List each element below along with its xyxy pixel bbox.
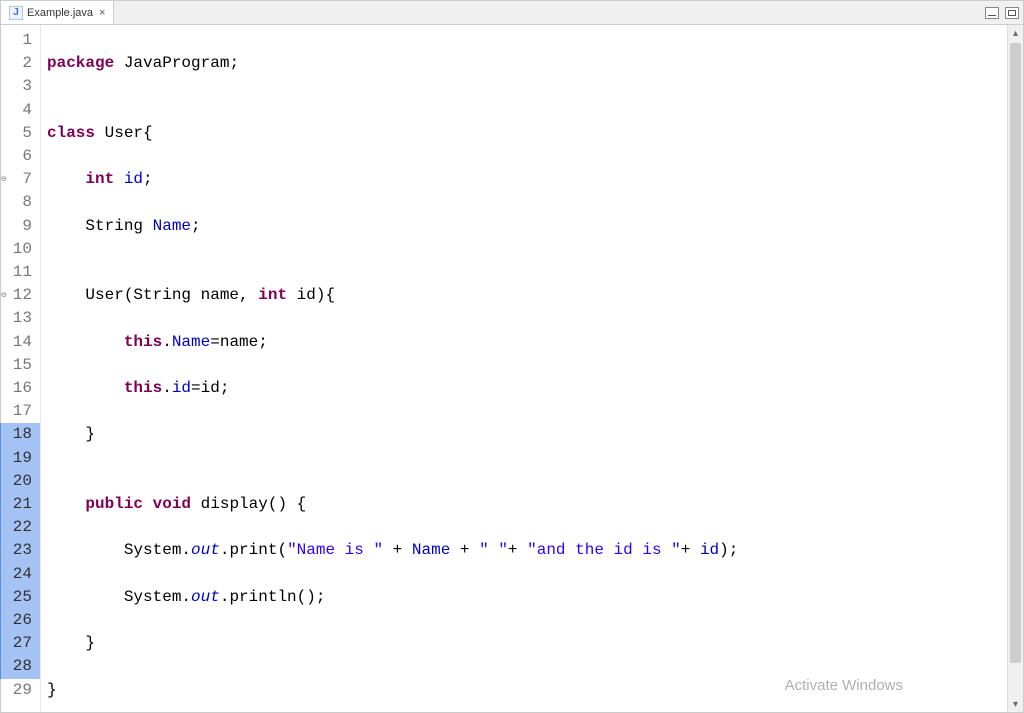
line-number[interactable]: 3	[1, 75, 40, 98]
line-number[interactable]: 23	[0, 539, 40, 562]
line-number[interactable]: 1	[1, 29, 40, 52]
line-number[interactable]: 9	[1, 215, 40, 238]
line-number[interactable]: 19	[0, 447, 40, 470]
tab-filename: Example.java	[27, 7, 93, 19]
line-number[interactable]: ⊖7	[1, 168, 40, 191]
line-number[interactable]: 20	[0, 470, 40, 493]
fold-icon[interactable]: ⊖	[1, 168, 6, 191]
scroll-thumb[interactable]	[1010, 43, 1021, 663]
line-number[interactable]: 22	[0, 516, 40, 539]
line-number[interactable]: 26	[0, 609, 40, 632]
line-number-gutter[interactable]: 123456⊖7891011⊖1213141516171819202122232…	[1, 25, 41, 712]
line-number[interactable]: 4	[1, 99, 40, 122]
line-number[interactable]: 10	[1, 238, 40, 261]
fold-icon[interactable]: ⊖	[1, 284, 6, 307]
line-number[interactable]: 21	[0, 493, 40, 516]
scroll-up-icon[interactable]: ▴	[1008, 25, 1023, 41]
line-number[interactable]: 8	[1, 191, 40, 214]
line-number[interactable]: 27	[0, 632, 40, 655]
line-number[interactable]: 28	[0, 655, 40, 678]
line-number[interactable]: 16	[1, 377, 40, 400]
line-number[interactable]: 13	[1, 307, 40, 330]
line-number[interactable]: 2	[1, 52, 40, 75]
java-file-icon: J	[9, 6, 23, 20]
line-number[interactable]: ⊖12	[1, 284, 40, 307]
line-number[interactable]: 17	[1, 400, 40, 423]
editor-tab[interactable]: J Example.java ×	[1, 1, 114, 24]
maximize-icon[interactable]	[1005, 7, 1019, 19]
line-number[interactable]: 14	[1, 331, 40, 354]
scroll-down-icon[interactable]: ▾	[1008, 696, 1023, 712]
line-number[interactable]: 29	[1, 679, 40, 702]
line-number[interactable]: 25	[0, 586, 40, 609]
window-buttons	[985, 7, 1019, 19]
line-number[interactable]: 5	[1, 122, 40, 145]
line-number[interactable]: 24	[0, 563, 40, 586]
vertical-scrollbar[interactable]: ▴ ▾	[1007, 25, 1023, 712]
line-number[interactable]: 18	[0, 423, 40, 446]
minimize-icon[interactable]	[985, 7, 999, 19]
code-editor[interactable]: package JavaProgram; class User{ int id;…	[41, 25, 1023, 712]
line-number[interactable]: 15	[1, 354, 40, 377]
tab-bar: J Example.java ×	[1, 1, 1023, 25]
line-number[interactable]: 11	[1, 261, 40, 284]
line-number[interactable]: 6	[1, 145, 40, 168]
editor-area: 123456⊖7891011⊖1213141516171819202122232…	[1, 25, 1023, 712]
close-icon[interactable]: ×	[99, 7, 105, 19]
windows-watermark: Activate Windows	[785, 677, 903, 694]
